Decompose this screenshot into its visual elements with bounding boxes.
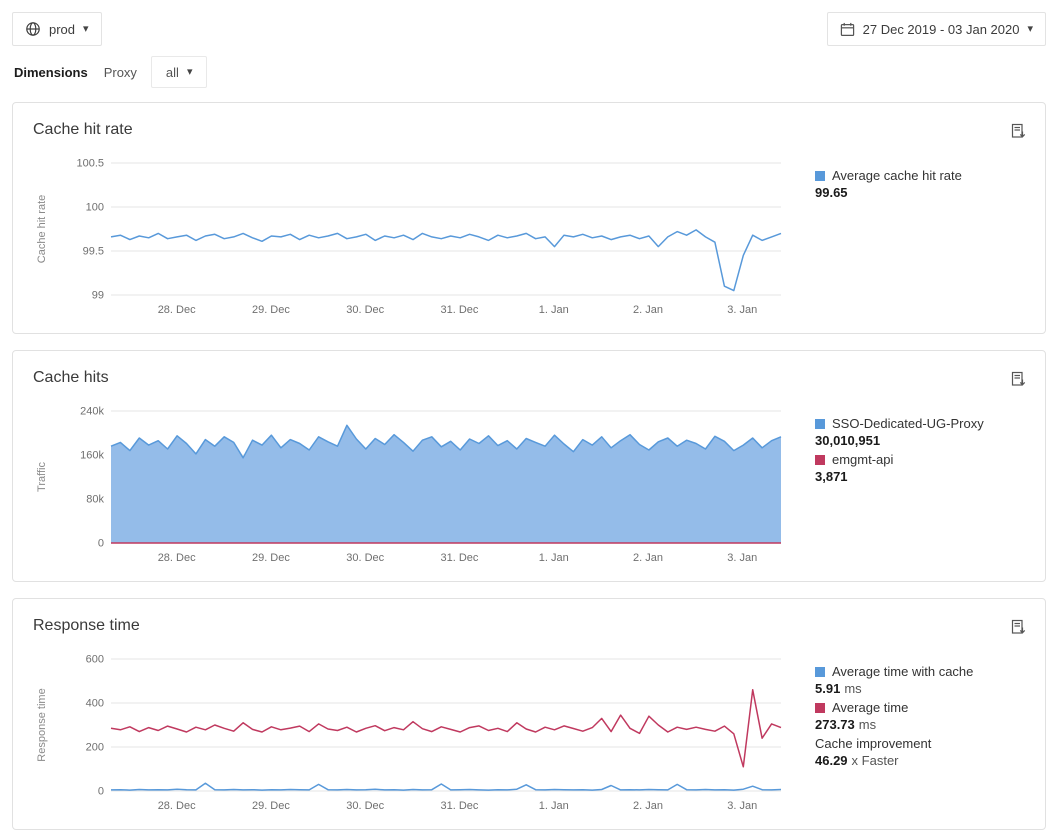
response-time-chart: 0 200 400 600 28. Dec 29. Dec 30. Dec 31. Dec 1.… bbox=[31, 649, 787, 817]
svg-text:0: 0 bbox=[98, 786, 104, 798]
svg-text:2. Jan: 2. Jan bbox=[633, 552, 663, 564]
date-range-selector[interactable]: 27 Dec 2019 - 03 Jan 2020 ▾ bbox=[827, 12, 1046, 46]
legend-entry: Average time 273.73ms bbox=[815, 699, 1015, 733]
svg-text:160k: 160k bbox=[80, 450, 104, 462]
svg-text:29. Dec: 29. Dec bbox=[252, 800, 290, 812]
legend-entry: Cache improvement 46.29x Faster bbox=[815, 735, 1015, 769]
card-header: Cache hits bbox=[13, 351, 1045, 397]
svg-text:99: 99 bbox=[92, 290, 104, 302]
chart-title: Response time bbox=[33, 617, 140, 635]
cache-hits-chart: 0 80k 160k 240k 28. Dec 29. Dec 30. Dec 31. Dec… bbox=[31, 401, 787, 569]
date-range-label: 27 Dec 2019 - 03 Jan 2020 bbox=[863, 22, 1020, 37]
chevron-down-icon: ▾ bbox=[1027, 24, 1033, 35]
chevron-down-icon: ▾ bbox=[187, 67, 193, 78]
proxy-label: Proxy bbox=[104, 65, 137, 80]
svg-text:99.5: 99.5 bbox=[83, 246, 104, 258]
chart-legend: Average time with cache 5.91ms Average t… bbox=[815, 649, 1015, 771]
chart-card-cache-hit-rate: Cache hit rate 99 99.5 100 100.5 28. Dec 29. … bbox=[12, 102, 1046, 334]
svg-text:240k: 240k bbox=[80, 406, 104, 418]
svg-text:29. Dec: 29. Dec bbox=[252, 304, 290, 316]
export-report-icon[interactable] bbox=[1008, 369, 1029, 395]
svg-text:31. Dec: 31. Dec bbox=[441, 552, 479, 564]
svg-text:1. Jan: 1. Jan bbox=[539, 552, 569, 564]
card-body: 99 99.5 100 100.5 28. Dec 29. Dec 30. Dec 31. D… bbox=[13, 149, 1045, 333]
legend-swatch bbox=[815, 667, 825, 677]
svg-text:31. Dec: 31. Dec bbox=[441, 800, 479, 812]
svg-text:29. Dec: 29. Dec bbox=[252, 552, 290, 564]
legend-entry: Average cache hit rate 99.65 bbox=[815, 167, 1015, 201]
environment-label: prod bbox=[49, 22, 75, 37]
proxy-filter-value: all bbox=[166, 65, 179, 80]
legend-swatch bbox=[815, 455, 825, 465]
svg-text:Cache hit rate: Cache hit rate bbox=[36, 195, 48, 263]
chart-title: Cache hits bbox=[33, 369, 109, 387]
card-body: 0 200 400 600 28. Dec 29. Dec 30. Dec 31. Dec 1.… bbox=[13, 645, 1045, 829]
legend-value: 30,010,951 bbox=[815, 432, 1015, 449]
legend-value: 5.91ms bbox=[815, 680, 1015, 697]
environment-selector[interactable]: prod ▾ bbox=[12, 12, 102, 46]
dimensions-label: Dimensions bbox=[14, 65, 88, 80]
export-report-icon[interactable] bbox=[1008, 121, 1029, 147]
cache-hit-rate-chart: 99 99.5 100 100.5 28. Dec 29. Dec 30. Dec 31. D… bbox=[31, 153, 787, 321]
legend-label: SSO-Dedicated-UG-Proxy bbox=[832, 415, 984, 432]
globe-icon bbox=[25, 21, 41, 37]
svg-text:80k: 80k bbox=[86, 494, 104, 506]
chart-legend: SSO-Dedicated-UG-Proxy 30,010,951 emgmt-… bbox=[815, 401, 1015, 487]
legend-swatch bbox=[815, 703, 825, 713]
chart-card-response-time: Response time 0 200 400 600 28. Dec 29. Dec 30… bbox=[12, 598, 1046, 830]
svg-text:31. Dec: 31. Dec bbox=[441, 304, 479, 316]
card-body: 0 80k 160k 240k 28. Dec 29. Dec 30. Dec 31. Dec… bbox=[13, 397, 1045, 581]
svg-text:2. Jan: 2. Jan bbox=[633, 304, 663, 316]
legend-value: 46.29x Faster bbox=[815, 752, 1015, 769]
svg-text:28. Dec: 28. Dec bbox=[158, 304, 196, 316]
svg-text:30. Dec: 30. Dec bbox=[346, 552, 384, 564]
legend-value: 273.73ms bbox=[815, 716, 1015, 733]
chart-title: Cache hit rate bbox=[33, 121, 133, 139]
svg-text:200: 200 bbox=[86, 742, 104, 754]
legend-label: emgmt-api bbox=[832, 451, 893, 468]
svg-text:3. Jan: 3. Jan bbox=[727, 800, 757, 812]
legend-label: Cache improvement bbox=[815, 735, 931, 752]
svg-text:3. Jan: 3. Jan bbox=[727, 304, 757, 316]
legend-label: Average cache hit rate bbox=[832, 167, 962, 184]
svg-text:30. Dec: 30. Dec bbox=[346, 304, 384, 316]
proxy-filter-selector[interactable]: all ▾ bbox=[151, 56, 208, 88]
export-report-icon[interactable] bbox=[1008, 617, 1029, 643]
svg-text:400: 400 bbox=[86, 698, 104, 710]
svg-text:28. Dec: 28. Dec bbox=[158, 800, 196, 812]
legend-entry: SSO-Dedicated-UG-Proxy 30,010,951 bbox=[815, 415, 1015, 449]
chart-card-cache-hits: Cache hits 0 80k 160k 240k 28. Dec 29. Dec 30.… bbox=[12, 350, 1046, 582]
topbar: prod ▾ 27 Dec 2019 - 03 Jan 2020 ▾ bbox=[0, 0, 1058, 46]
legend-swatch bbox=[815, 419, 825, 429]
svg-text:100.5: 100.5 bbox=[76, 158, 104, 170]
svg-text:30. Dec: 30. Dec bbox=[346, 800, 384, 812]
chevron-down-icon: ▾ bbox=[83, 24, 89, 35]
calendar-icon bbox=[840, 22, 855, 37]
legend-entry: emgmt-api 3,871 bbox=[815, 451, 1015, 485]
legend-value: 99.65 bbox=[815, 184, 1015, 201]
dimensions-filter-row: Dimensions Proxy all ▾ bbox=[0, 46, 1058, 88]
legend-entry: Average time with cache 5.91ms bbox=[815, 663, 1015, 697]
legend-value: 3,871 bbox=[815, 468, 1015, 485]
card-header: Cache hit rate bbox=[13, 103, 1045, 149]
svg-text:2. Jan: 2. Jan bbox=[633, 800, 663, 812]
svg-text:Response time: Response time bbox=[36, 688, 48, 761]
svg-text:Traffic: Traffic bbox=[36, 462, 48, 492]
legend-label: Average time bbox=[832, 699, 908, 716]
svg-text:0: 0 bbox=[98, 538, 104, 550]
svg-text:3. Jan: 3. Jan bbox=[727, 552, 757, 564]
svg-text:28. Dec: 28. Dec bbox=[158, 552, 196, 564]
svg-text:1. Jan: 1. Jan bbox=[539, 800, 569, 812]
card-header: Response time bbox=[13, 599, 1045, 645]
legend-swatch bbox=[815, 171, 825, 181]
chart-legend: Average cache hit rate 99.65 bbox=[815, 153, 1015, 203]
svg-text:1. Jan: 1. Jan bbox=[539, 304, 569, 316]
dashboard-page: prod ▾ 27 Dec 2019 - 03 Jan 2020 ▾ Dimen… bbox=[0, 0, 1058, 830]
legend-label: Average time with cache bbox=[832, 663, 973, 680]
svg-text:600: 600 bbox=[86, 654, 104, 666]
svg-text:100: 100 bbox=[86, 202, 104, 214]
